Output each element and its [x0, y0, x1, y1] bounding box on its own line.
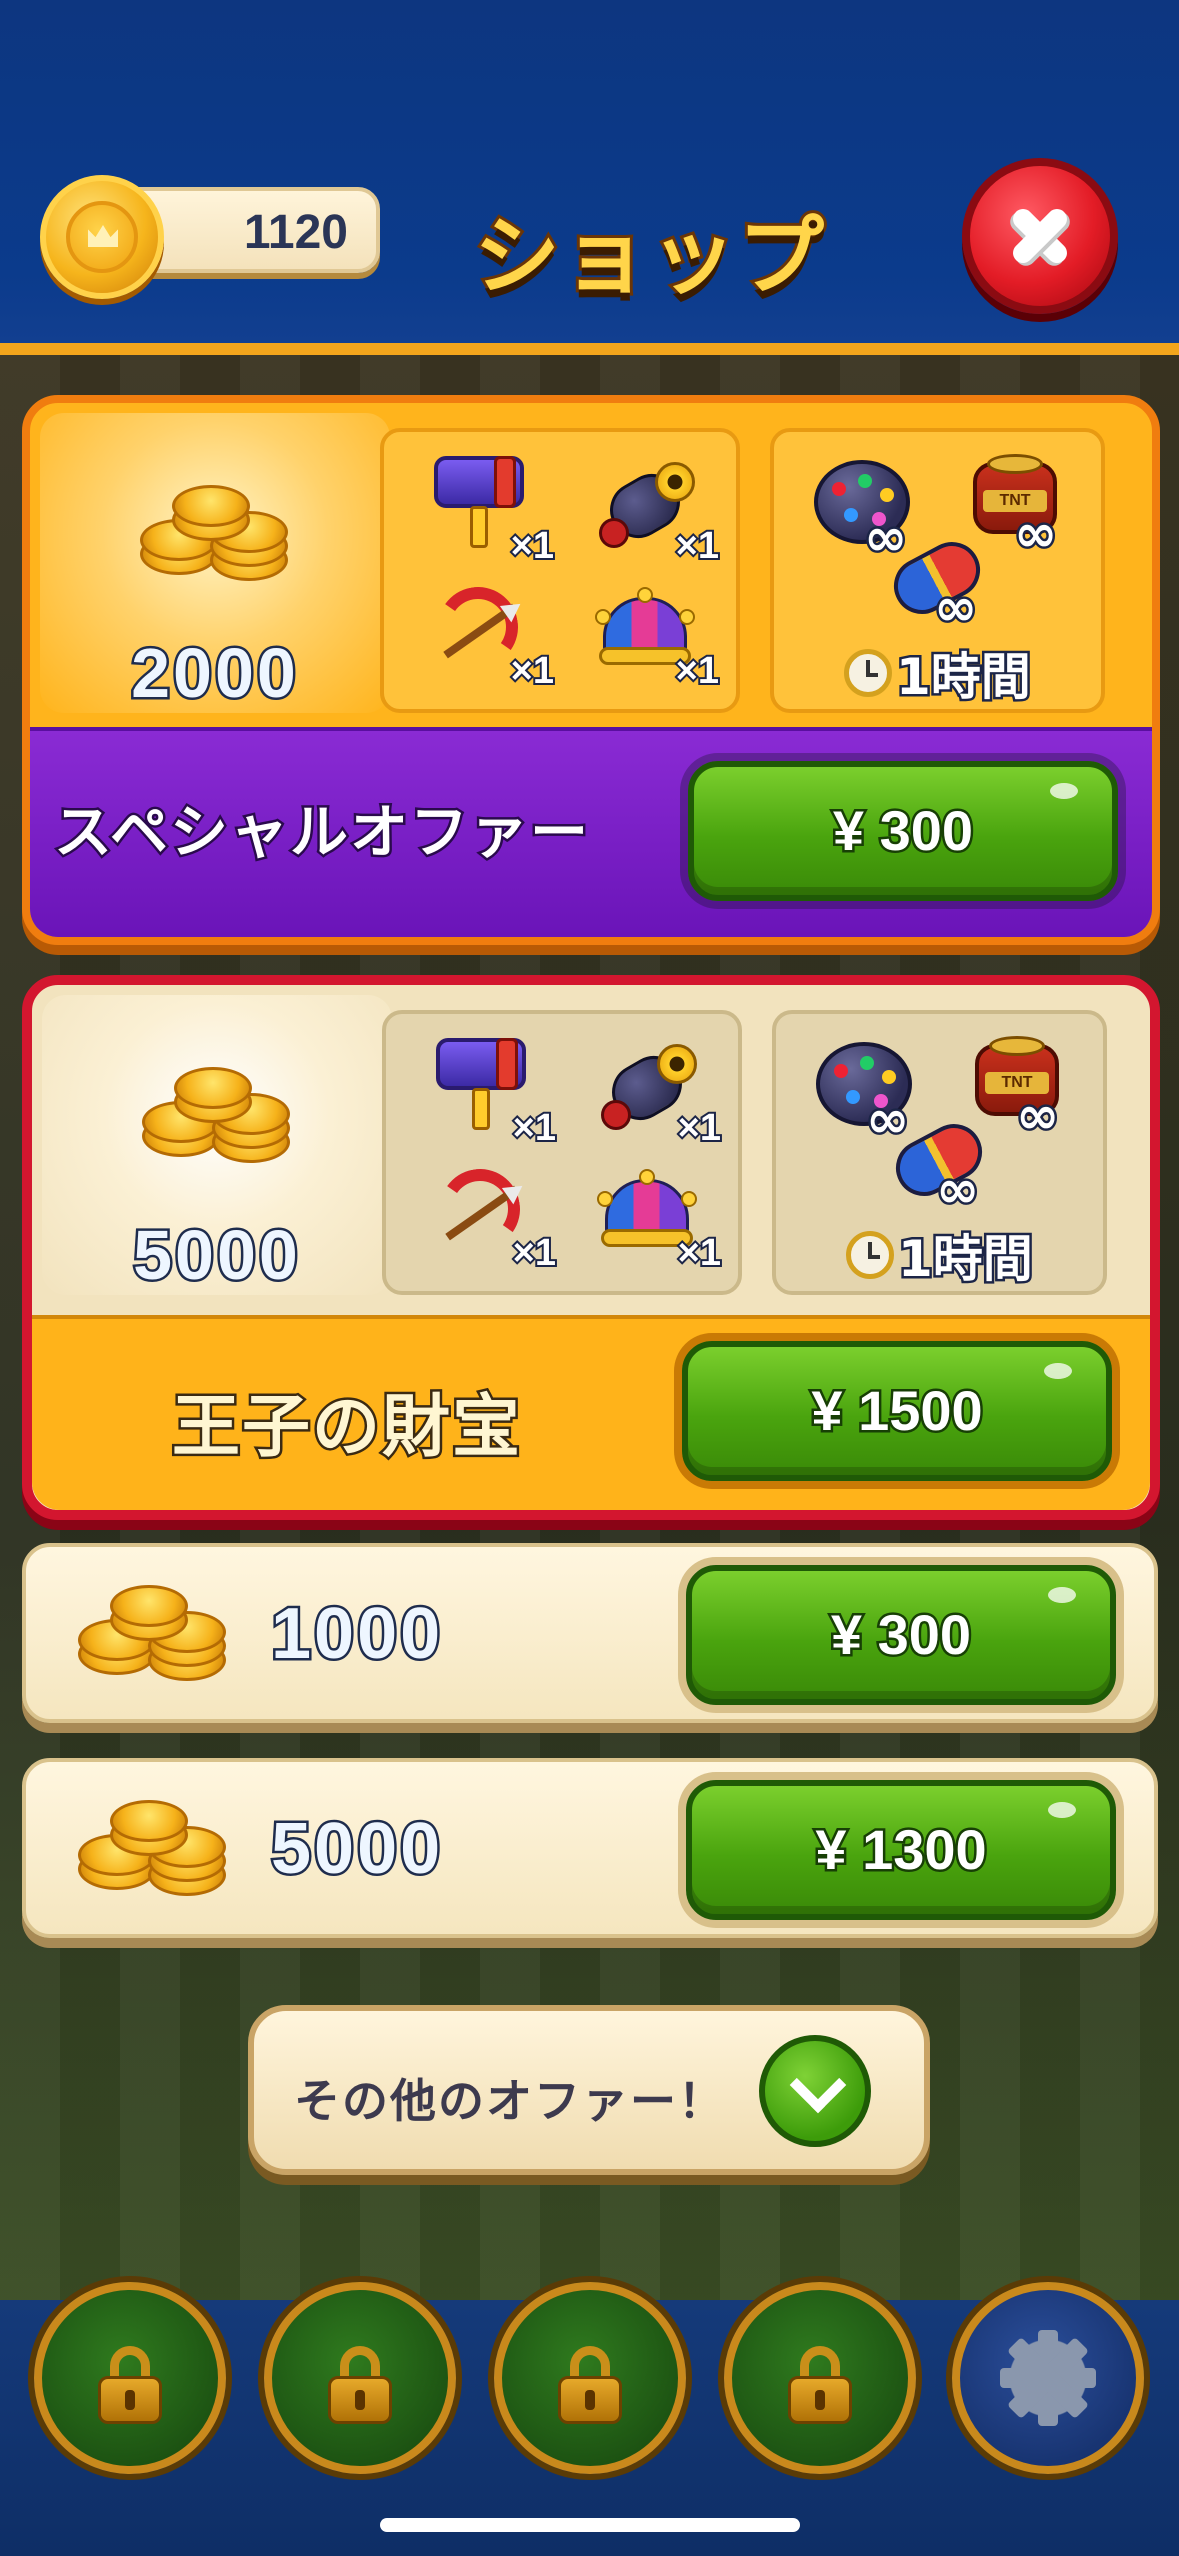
pack-coin-amount: 5000 [268, 1807, 444, 1892]
settings-button[interactable] [952, 2282, 1144, 2474]
lock-icon [98, 2346, 162, 2424]
coin-stack-icon [140, 473, 300, 593]
item-bow: ×1 [406, 1159, 558, 1279]
clock-icon [846, 1231, 894, 1279]
locked-slot-1[interactable] [34, 2282, 226, 2474]
offer-items: ×1 ×1 ×1 ×1 [380, 428, 740, 713]
locked-slot-2[interactable] [264, 2282, 456, 2474]
coin-balance-value: 1120 [243, 206, 348, 259]
item-bow: ×1 [404, 577, 556, 697]
home-indicator[interactable] [380, 2518, 800, 2532]
more-offers-button[interactable]: その他のオファー！ [248, 2005, 930, 2175]
offer-footer: 王子の財宝 ¥ 1500 [32, 1315, 1150, 1510]
buy-prince-treasure-button[interactable]: ¥ 1500 [682, 1341, 1112, 1481]
coin-stack-icon [78, 1788, 238, 1908]
locked-slot-3[interactable] [494, 2282, 686, 2474]
item-cannon: ×1 [569, 452, 721, 572]
more-offers-label: その他のオファー！ [294, 2074, 726, 2128]
offer-coins: 2000 [40, 413, 390, 715]
item-jester-hat: ×1 [571, 1159, 723, 1279]
item-jester-hat: ×1 [569, 577, 721, 697]
lock-icon [558, 2346, 622, 2424]
lock-icon [788, 2346, 852, 2424]
item-hammer: ×1 [406, 1034, 558, 1154]
coin-stack-icon [78, 1573, 238, 1693]
offer-duration: 1時間 [844, 637, 1033, 709]
offer-boosters: ∞ TNT ∞ ∞ 1時間 [772, 1010, 1107, 1295]
shop-header: 1120 ショップ [0, 0, 1179, 355]
coin-stack-icon [142, 1055, 302, 1175]
lock-icon [328, 2346, 392, 2424]
offer-coins: 5000 [42, 995, 392, 1297]
coin-balance: 1120 [40, 175, 380, 299]
crown-coin-icon [40, 175, 164, 299]
coin-pack-1000: 1000 ¥ 300 [22, 1543, 1158, 1723]
buy-coin-pack-1000-button[interactable]: ¥ 300 [686, 1565, 1116, 1705]
buy-special-offer-button[interactable]: ¥ 300 [688, 761, 1118, 901]
offer-coin-amount: 5000 [131, 1214, 301, 1297]
offer-name: スペシャルオファー [52, 796, 591, 869]
offer-items: ×1 ×1 ×1 ×1 [382, 1010, 742, 1295]
offer-coin-amount: 2000 [129, 632, 299, 715]
buy-coin-pack-5000-button[interactable]: ¥ 1300 [686, 1780, 1116, 1920]
pack-coin-amount: 1000 [268, 1592, 444, 1677]
gear-icon [1000, 2330, 1096, 2426]
offer-boosters: ∞ TNT ∞ ∞ 1時間 [770, 428, 1105, 713]
special-offer-card: 2000 ×1 ×1 ×1 ×1 ∞ TNT ∞ ∞ 1時間 スペシャルオファー… [22, 395, 1160, 945]
clock-icon [844, 649, 892, 697]
chevron-down-icon[interactable] [759, 2035, 871, 2147]
offer-footer: スペシャルオファー ¥ 300 [30, 727, 1152, 937]
close-button[interactable] [962, 158, 1118, 314]
item-hammer: ×1 [404, 452, 556, 572]
prince-treasure-card: 5000 ×1 ×1 ×1 ×1 ∞ TNT ∞ ∞ 1時間 王子の財宝 ¥ 1… [22, 975, 1160, 1520]
page-title: ショップ [471, 204, 827, 310]
coin-pack-5000: 5000 ¥ 1300 [22, 1758, 1158, 1938]
offer-duration: 1時間 [846, 1219, 1035, 1291]
item-cannon: ×1 [571, 1034, 723, 1154]
locked-slot-4[interactable] [724, 2282, 916, 2474]
